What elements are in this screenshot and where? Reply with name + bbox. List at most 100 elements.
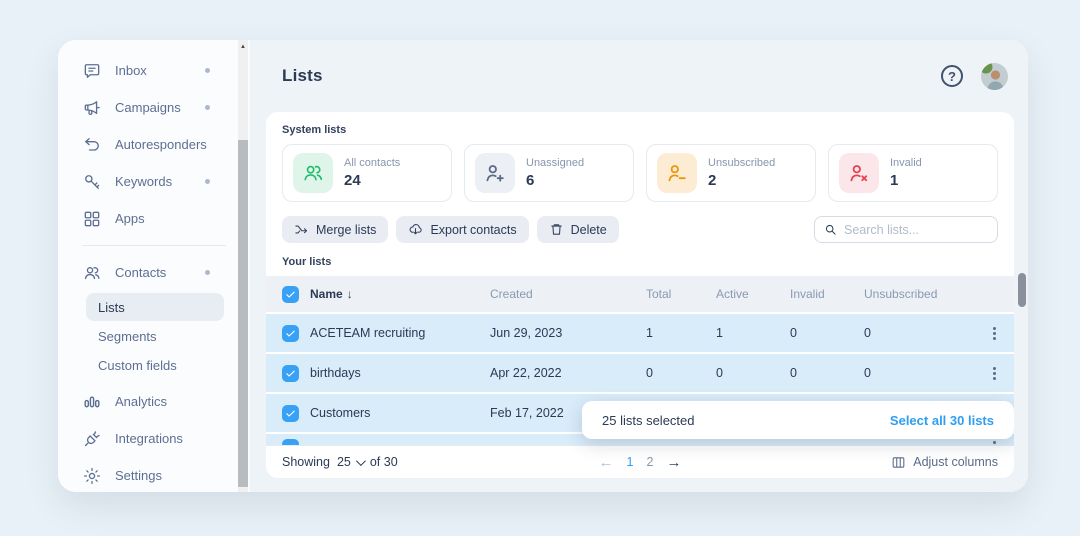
next-page-icon[interactable]: →	[666, 454, 681, 471]
column-header-active[interactable]: Active	[716, 287, 790, 301]
cell-invalid: 0	[790, 366, 864, 380]
delete-button[interactable]: Delete	[537, 216, 619, 243]
stat-card-all-contacts[interactable]: All contacts 24	[282, 144, 452, 202]
sidebar-item-label: Settings	[115, 468, 162, 483]
system-lists-label: System lists	[282, 124, 998, 136]
gear-icon	[82, 466, 102, 486]
column-header-name[interactable]: Name↓	[310, 287, 490, 301]
select-all-link[interactable]: Select all 30 lists	[890, 413, 994, 428]
row-menu-icon[interactable]	[989, 324, 1000, 343]
sidebar-subitem-custom-fields[interactable]: Custom fields	[86, 351, 224, 379]
column-header-unsubscribed[interactable]: Unsubscribed	[864, 287, 984, 301]
merge-lists-label: Merge lists	[316, 223, 376, 237]
selection-count: 25 lists selected	[602, 413, 695, 428]
help-button[interactable]: ?	[941, 65, 963, 87]
page-number-2[interactable]: 2	[647, 455, 654, 469]
sidebar-item-label: Autoresponders	[115, 137, 207, 152]
subitem-label: Custom fields	[98, 358, 177, 373]
sidebar-subitem-lists[interactable]: Lists	[86, 293, 224, 321]
columns-icon	[891, 455, 906, 470]
cell-created: Jun 29, 2023	[490, 326, 646, 340]
grid-icon	[82, 209, 102, 229]
trash-icon	[549, 222, 564, 237]
sidebar-item-label: Keywords	[115, 174, 172, 189]
sidebar-item-settings[interactable]: Settings	[58, 457, 250, 492]
row-checkbox[interactable]	[282, 405, 299, 422]
sidebar-item-autoresponders[interactable]: Autoresponders	[58, 126, 250, 163]
page-header: Lists ?	[250, 40, 1028, 112]
pagination: ← 1 2 →	[599, 454, 682, 471]
select-all-checkbox[interactable]	[282, 286, 299, 303]
merge-lists-button[interactable]: Merge lists	[282, 216, 388, 243]
check-icon	[285, 408, 296, 419]
sidebar: Inbox Campaigns Autoresponders Keywords …	[58, 40, 250, 492]
export-contacts-button[interactable]: Export contacts	[396, 216, 528, 243]
contacts-submenu: Lists Segments Custom fields	[86, 293, 224, 379]
stat-card-invalid[interactable]: Invalid 1	[828, 144, 998, 202]
delete-label: Delete	[571, 223, 607, 237]
stat-value: 1	[890, 172, 922, 189]
showing-control: Showing 25 of 30	[282, 455, 398, 469]
stat-card-unsubscribed[interactable]: Unsubscribed 2	[646, 144, 816, 202]
bar-chart-icon	[82, 392, 102, 412]
table-row[interactable]: birthdays Apr 22, 2022 0 0 0 0	[266, 354, 1014, 392]
notification-dot	[205, 105, 210, 110]
row-checkbox[interactable]	[282, 325, 299, 342]
notification-dot	[205, 179, 210, 184]
page-size-dropdown[interactable]: 25	[337, 455, 363, 469]
sidebar-scrollbar-thumb[interactable]	[238, 140, 248, 487]
showing-label: Showing	[282, 455, 330, 469]
main-scrollbar-thumb[interactable]	[1018, 273, 1026, 307]
lists-card: System lists All contacts 24	[266, 112, 1014, 478]
stat-label: Unassigned	[526, 157, 584, 169]
sidebar-item-integrations[interactable]: Integrations	[58, 420, 250, 457]
inbox-icon	[82, 61, 102, 81]
page-number-1[interactable]: 1	[627, 455, 634, 469]
avatar-photo	[981, 63, 1008, 90]
check-icon	[285, 368, 296, 379]
stat-label: Unsubscribed	[708, 157, 775, 169]
sidebar-item-keywords[interactable]: Keywords	[58, 163, 250, 200]
sidebar-item-apps[interactable]: Apps	[58, 200, 250, 237]
selection-toast: 25 lists selected Select all 30 lists	[582, 401, 1014, 439]
stat-value: 2	[708, 172, 775, 189]
of-total-label: of 30	[370, 455, 398, 469]
adjust-columns-label: Adjust columns	[913, 455, 998, 469]
sidebar-item-label: Integrations	[115, 431, 183, 446]
sidebar-item-campaigns[interactable]: Campaigns	[58, 89, 250, 126]
export-contacts-label: Export contacts	[430, 223, 516, 237]
adjust-columns-button[interactable]: Adjust columns	[891, 455, 998, 470]
key-icon	[82, 172, 102, 192]
column-header-created[interactable]: Created	[490, 287, 646, 301]
page-title: Lists	[282, 66, 323, 86]
column-header-total[interactable]: Total	[646, 287, 716, 301]
your-lists-label: Your lists	[282, 256, 998, 268]
scroll-up-arrow-icon[interactable]: ▲	[238, 42, 248, 52]
check-icon	[285, 328, 296, 339]
table-row[interactable]: ACETEAM recruiting Jun 29, 2023 1 1 0 0	[266, 314, 1014, 352]
previous-page-icon[interactable]: ←	[599, 454, 614, 471]
sidebar-subitem-segments[interactable]: Segments	[86, 322, 224, 350]
sort-desc-icon: ↓	[347, 287, 353, 301]
cell-list-name: Customers	[310, 406, 490, 420]
table-toolbar: Merge lists Export contacts Delete	[282, 216, 998, 243]
person-add-icon	[475, 153, 515, 193]
row-checkbox[interactable]	[282, 365, 299, 382]
sidebar-item-label: Inbox	[115, 63, 147, 78]
sidebar-item-contacts[interactable]: Contacts	[58, 254, 250, 291]
column-header-invalid[interactable]: Invalid	[790, 287, 864, 301]
search-input[interactable]	[844, 223, 988, 237]
reply-loop-icon	[82, 135, 102, 155]
sidebar-item-analytics[interactable]: Analytics	[58, 383, 250, 420]
stat-card-unassigned[interactable]: Unassigned 6	[464, 144, 634, 202]
table-header-row: Name↓ Created Total Active Invalid Unsub…	[266, 276, 1014, 312]
system-lists-cards: All contacts 24 Unassigned 6	[282, 144, 998, 202]
sidebar-item-label: Contacts	[115, 265, 166, 280]
user-avatar[interactable]	[981, 63, 1008, 90]
stat-label: All contacts	[344, 157, 400, 169]
people-group-icon	[293, 153, 333, 193]
sidebar-item-inbox[interactable]: Inbox	[58, 52, 250, 89]
row-menu-icon[interactable]	[989, 364, 1000, 383]
cell-total: 1	[646, 326, 716, 340]
megaphone-icon	[82, 98, 102, 118]
